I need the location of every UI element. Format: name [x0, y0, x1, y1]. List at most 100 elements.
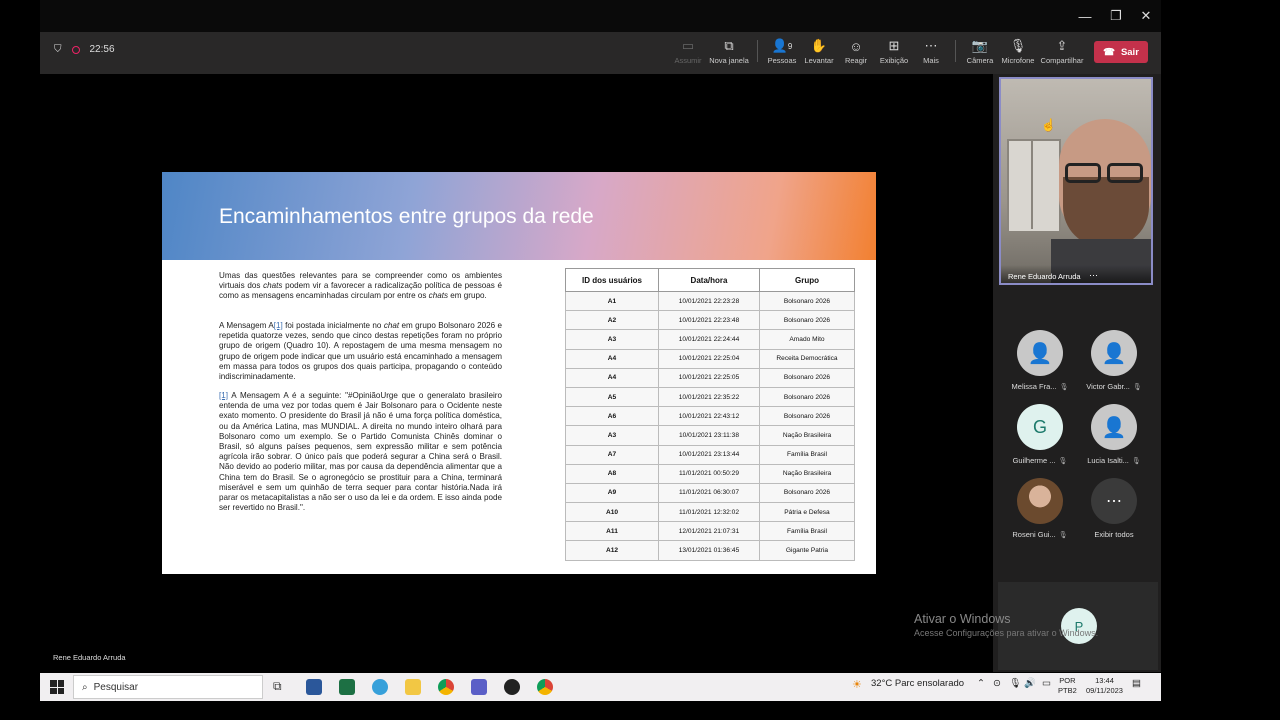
- table-header-row: ID dos usuários Data/hora Grupo: [565, 268, 855, 292]
- battery-icon[interactable]: ▭: [1042, 678, 1051, 689]
- participant-tile[interactable]: 👤 Lucia Isalti... 🎙: [1084, 404, 1144, 465]
- levantar-button[interactable]: ✋ Levantar: [799, 36, 839, 70]
- mic-off-icon: 🎙: [1058, 532, 1068, 539]
- text-run: em grupo.: [448, 291, 487, 301]
- avatar: 👤: [1091, 404, 1137, 450]
- user-id-cell: A7: [565, 444, 659, 465]
- teams-icon[interactable]: [471, 679, 487, 695]
- group-cell: Família Brasil: [759, 444, 855, 465]
- lang-layout: PTB2: [1058, 686, 1077, 695]
- file-explorer-icon[interactable]: [405, 679, 421, 695]
- chrome-icon[interactable]: [438, 679, 454, 695]
- group-cell: Bolsonaro 2026: [759, 290, 855, 312]
- chevron-up-icon[interactable]: ⌃: [977, 678, 985, 689]
- group-cell: Amado Mito: [759, 329, 855, 350]
- datetime-cell: 12/01/2021 21:07:31: [658, 521, 760, 542]
- show-all-label: Exibir todos: [1094, 530, 1134, 539]
- windows-start-icon[interactable]: [50, 680, 64, 694]
- task-view-icon[interactable]: ⧉: [273, 679, 289, 695]
- lang-code: POR: [1059, 676, 1076, 685]
- minimize-icon[interactable]: —: [1070, 0, 1100, 32]
- table-row: A7 10/01/2021 23:13:44 Família Brasil: [565, 444, 855, 465]
- camera-button[interactable]: 📷 Câmera: [960, 36, 1000, 70]
- raise-hand-icon: ✋: [810, 38, 828, 53]
- avatar: G: [1017, 404, 1063, 450]
- reagir-button[interactable]: ☺ Reagir: [836, 36, 876, 70]
- glasses-left: [1065, 163, 1101, 183]
- footnote-link[interactable]: [1]: [219, 391, 228, 400]
- word-icon[interactable]: [306, 679, 322, 695]
- calculator-icon[interactable]: [339, 679, 355, 695]
- taskbar-clock[interactable]: 13:44 09/11/2023: [1086, 676, 1123, 696]
- slide-header: Encaminhamentos entre grupos da rede: [162, 172, 876, 260]
- datetime-cell: 11/01/2021 06:30:07: [658, 482, 760, 504]
- datetime-cell: 10/01/2021 22:24:44: [658, 329, 760, 350]
- microfone-button[interactable]: 🎙 Microfone: [998, 36, 1038, 70]
- shield-icon: ⛉: [54, 44, 62, 55]
- glasses-right: [1107, 163, 1143, 183]
- avatar: P: [1061, 608, 1097, 644]
- participant-tile[interactable]: 👤 Victor Gabr... 🎙: [1084, 330, 1144, 391]
- pessoas-button[interactable]: 👤 9 Pessoas: [762, 36, 802, 70]
- participant-name: Melissa Fra...: [1011, 382, 1057, 391]
- mic-off-icon: 🎙: [1059, 384, 1069, 391]
- restore-icon[interactable]: ❐: [1101, 0, 1131, 32]
- taskbar-search[interactable]: ⌕ Pesquisar: [73, 675, 263, 699]
- input-language[interactable]: POR PTB2: [1058, 676, 1077, 696]
- mic-icon[interactable]: 🎙: [1009, 678, 1021, 689]
- group-cell: Bolsonaro 2026: [759, 482, 855, 504]
- activation-watermark-subtitle: Acesse Configurações para ativar o Windo…: [914, 628, 1099, 638]
- app-icon[interactable]: [504, 679, 520, 695]
- datetime-cell: 11/01/2021 12:32:02: [658, 502, 760, 523]
- people-icon: 👤 9: [771, 38, 793, 53]
- text-run: chats: [428, 291, 449, 301]
- group-cell: Família Brasil: [759, 521, 855, 542]
- user-id-cell: A11: [565, 521, 659, 542]
- meeting-toolbar: ⛉ 22:56 ▭ Assumir ⧉ Nova janela 👤 9 Pesso…: [40, 32, 1161, 74]
- weather-icon[interactable]: ☀: [852, 678, 862, 691]
- participant-tile[interactable]: 👤 Melissa Fra... 🎙: [1010, 330, 1070, 391]
- edge-icon[interactable]: [372, 679, 388, 695]
- exibicao-button[interactable]: ⊞ Exibição: [874, 36, 914, 70]
- datetime-cell: 10/01/2021 23:13:44: [658, 444, 760, 465]
- close-icon[interactable]: ✕: [1131, 0, 1161, 32]
- user-id-cell: A12: [565, 540, 659, 561]
- self-video-tile[interactable]: Rene Eduardo Arruda ⋯: [999, 77, 1153, 285]
- activation-watermark-title: Ativar o Windows: [914, 612, 1011, 626]
- participant-p-tile[interactable]: P: [998, 582, 1158, 670]
- mais-button[interactable]: ⋯ Mais: [911, 36, 951, 70]
- timer-text: 22:56: [89, 44, 115, 55]
- table-row: A8 11/01/2021 00:50:29 Nação Brasileira: [565, 463, 855, 484]
- user-id-cell: A8: [565, 463, 659, 484]
- footnote-link[interactable]: [1]: [274, 321, 283, 330]
- mic-off-icon: 🎙: [1058, 458, 1068, 465]
- background-window: [1007, 139, 1061, 233]
- nova-janela-button[interactable]: ⧉ Nova janela: [709, 36, 749, 70]
- group-cell: Bolsonaro 2026: [759, 367, 855, 388]
- table-row: A4 10/01/2021 22:25:05 Bolsonaro 2026: [565, 367, 855, 388]
- leave-button[interactable]: ☎ Sair: [1094, 41, 1148, 63]
- mic-off-icon: 🎙: [1131, 458, 1141, 465]
- user-id-cell: A4: [565, 367, 659, 388]
- participant-tile[interactable]: Roseni Gui... 🎙: [1010, 478, 1070, 539]
- group-cell: Bolsonaro 2026: [759, 310, 855, 331]
- more-options-icon[interactable]: ⋯: [1089, 270, 1098, 281]
- avatar: 👤: [1017, 330, 1063, 376]
- network-icon[interactable]: ⊙: [993, 678, 1001, 689]
- chrome-icon[interactable]: [537, 679, 553, 695]
- table-row: A12 13/01/2021 01:36:45 Gigante Patria: [565, 540, 855, 561]
- person-icon: 👤: [1101, 416, 1127, 439]
- volume-icon[interactable]: 🔊: [1024, 678, 1036, 689]
- notifications-icon[interactable]: ▤: [1132, 678, 1141, 689]
- weather-text[interactable]: 32°C Parc ensolarado: [871, 678, 964, 689]
- person-icon: 👤: [1027, 342, 1053, 365]
- teams-window: — ❐ ✕ ⛉ 22:56 ▭ Assumir ⧉ Nova janela 👤 9…: [40, 0, 1161, 672]
- compartilhar-button[interactable]: ⇪ Compartilhar: [1041, 36, 1084, 70]
- participant-tile[interactable]: G Guilherme ... 🎙: [1010, 404, 1070, 465]
- assumir-button[interactable]: ▭ Assumir: [668, 36, 708, 70]
- group-cell: Receita Democrática: [759, 348, 855, 369]
- presentation-slide: Encaminhamentos entre grupos da rede Uma…: [162, 172, 876, 574]
- participant-name: Roseni Gui...: [1012, 530, 1056, 539]
- datetime-cell: 13/01/2021 01:36:45: [658, 540, 760, 561]
- show-all-button[interactable]: ⋯ Exibir todos: [1084, 478, 1144, 539]
